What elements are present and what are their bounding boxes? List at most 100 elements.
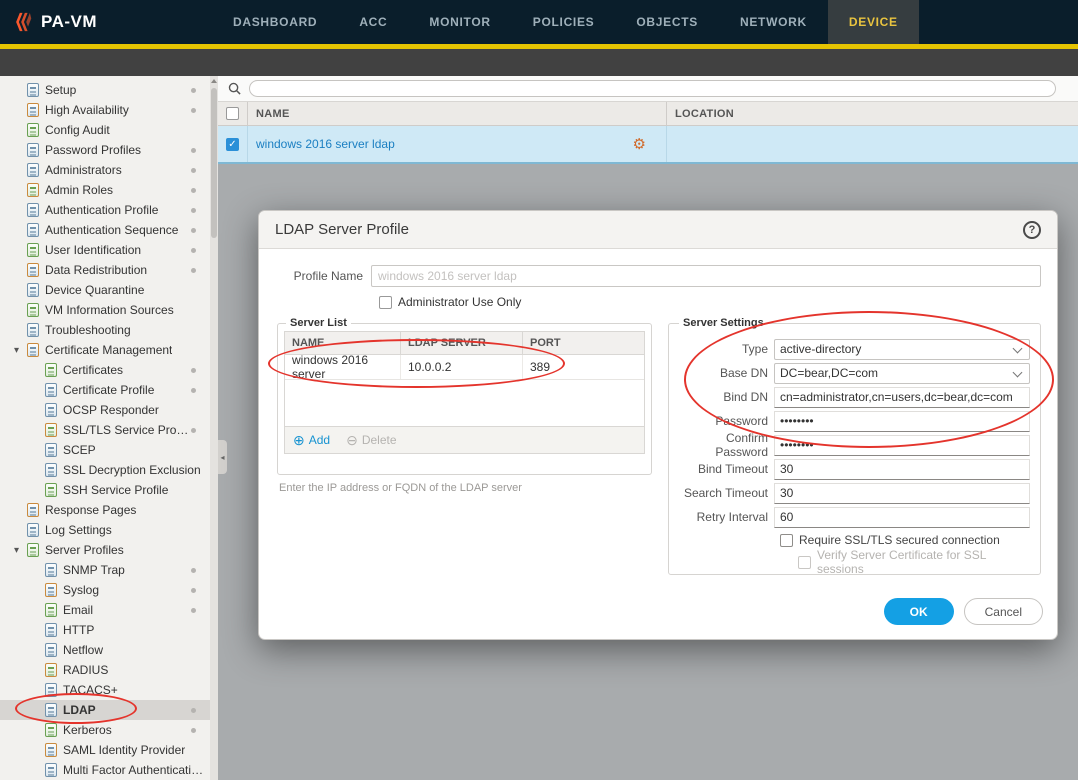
profile-name-input[interactable]	[371, 265, 1041, 287]
row-name-cell: windows 2016 server ldap ⚙	[248, 126, 667, 162]
sidebar-item[interactable]: ▾ Log Settings	[0, 520, 210, 540]
row-checkbox[interactable]: ✓	[226, 137, 239, 151]
select-all-checkbox[interactable]	[226, 107, 239, 120]
sidebar-collapse-handle[interactable]: ◂	[218, 440, 227, 474]
sidebar-item[interactable]: ▾ LDAP	[0, 700, 210, 720]
sidebar-item[interactable]: ▾ SAML Identity Provider	[0, 740, 210, 760]
data-redistribution-icon	[27, 263, 39, 277]
sidebar-item[interactable]: ▾ Certificate Profile	[0, 380, 210, 400]
settings-field-input[interactable]: cn=administrator,cn=users,dc=bear,dc=com	[774, 386, 1030, 408]
server-address-cell[interactable]: 10.0.0.2	[401, 355, 523, 379]
sidebar-item[interactable]: ▾ HTTP	[0, 620, 210, 640]
nav-tab[interactable]: OBJECTS	[615, 0, 719, 44]
sidebar-item-label: HTTP	[63, 623, 95, 637]
sidebar-item[interactable]: ▾ Kerberos	[0, 720, 210, 740]
sidebar-item[interactable]: ▾ Password Profiles	[0, 140, 210, 160]
search-input[interactable]	[249, 80, 1056, 97]
sidebar-item[interactable]: ▾ OCSP Responder	[0, 400, 210, 420]
sidebar-scrollbar[interactable]	[210, 76, 218, 780]
sidebar-item[interactable]: ▾ SSL Decryption Exclusion	[0, 460, 210, 480]
scroll-up-arrow-icon[interactable]	[211, 79, 217, 83]
column-header-name[interactable]: NAME	[248, 102, 667, 125]
sidebar-item[interactable]: ▾ Authentication Sequence	[0, 220, 210, 240]
sidebar-item-label: SAML Identity Provider	[63, 743, 186, 757]
sidebar-item[interactable]: ▾ Response Pages	[0, 500, 210, 520]
scrollbar-thumb[interactable]	[211, 88, 217, 238]
help-icon[interactable]: ?	[1023, 220, 1041, 239]
sidebar-item[interactable]: ▾ Authentication Profile	[0, 200, 210, 220]
sidebar-item[interactable]: ▾ SNMP Trap	[0, 560, 210, 580]
settings-checkbox-label: Verify Server Certificate for SSL sessio…	[817, 548, 986, 576]
sidebar-item[interactable]: ▾ Multi Factor Authentication	[0, 760, 210, 780]
sidebar-item[interactable]: ▾ Email	[0, 600, 210, 620]
nav-tab[interactable]: DASHBOARD	[212, 0, 338, 44]
sidebar-item[interactable]: ▾ Administrators	[0, 160, 210, 180]
column-header-location[interactable]: LOCATION	[667, 102, 1078, 125]
server-name-cell[interactable]: windows 2016 server	[285, 353, 401, 381]
device-quarantine-icon	[27, 283, 39, 297]
row-settings-gear-icon[interactable]: ⚙	[633, 137, 646, 152]
sidebar-item[interactable]: ▾ User Identification	[0, 240, 210, 260]
sidebar-item[interactable]: ▾ RADIUS	[0, 660, 210, 680]
sidebar-item[interactable]: ▾ SSL/TLS Service Profile	[0, 420, 210, 440]
settings-field-input[interactable]: ••••••••	[774, 434, 1030, 456]
sidebar-item[interactable]: ▾ Setup	[0, 80, 210, 100]
sidebar-item-label: Authentication Profile	[45, 203, 159, 217]
sidebar-item-label: Log Settings	[45, 523, 112, 537]
sidebar-item[interactable]: ▾ Troubleshooting	[0, 320, 210, 340]
cancel-button[interactable]: Cancel	[963, 598, 1043, 625]
sidebar-item[interactable]: ▾ Device Quarantine	[0, 280, 210, 300]
settings-field-input[interactable]: active-directory	[774, 338, 1030, 360]
server-list-row[interactable]: windows 2016 server 10.0.0.2 389	[285, 353, 644, 381]
admin-only-checkbox[interactable]	[379, 295, 392, 309]
checkbox-icon[interactable]	[798, 555, 811, 569]
sidebar-item[interactable]: ▾ Server Profiles	[0, 540, 210, 560]
checkbox-icon[interactable]	[780, 533, 793, 547]
sidebar-item[interactable]: ▾ SCEP	[0, 440, 210, 460]
settings-field-input[interactable]: DC=bear,DC=com	[774, 362, 1030, 384]
nav-tab[interactable]: POLICIES	[512, 0, 616, 44]
sidebar-item-label: OCSP Responder	[63, 403, 159, 417]
server-list-hint: Enter the IP address or FQDN of the LDAP…	[279, 482, 522, 494]
server-port-cell[interactable]: 389	[523, 355, 644, 379]
sidebar-item[interactable]: ▾ SSH Service Profile	[0, 480, 210, 500]
col-ldap-server[interactable]: LDAP SERVER	[401, 332, 523, 354]
settings-field-input[interactable]: 30	[774, 458, 1030, 480]
add-server-button[interactable]: ⊕ Add	[293, 433, 330, 447]
sidebar-item[interactable]: ▾ Data Redistribution	[0, 260, 210, 280]
sidebar-item[interactable]: ▾ Certificate Management	[0, 340, 210, 360]
chevron-down-icon[interactable]: ▾	[14, 345, 27, 356]
profile-name-link[interactable]: windows 2016 server ldap	[256, 137, 395, 151]
nav-tab[interactable]: MONITOR	[408, 0, 511, 44]
settings-field-row: Base DN DC=bear,DC=com	[677, 361, 1032, 385]
col-name[interactable]: NAME	[285, 332, 401, 354]
sidebar-item[interactable]: ▾ VM Information Sources	[0, 300, 210, 320]
pa-logo-icon	[16, 12, 32, 32]
nav-tab[interactable]: NETWORK	[719, 0, 828, 44]
sidebar-item[interactable]: ▾ High Availability	[0, 100, 210, 120]
sidebar-item[interactable]: ▾ Netflow	[0, 640, 210, 660]
ok-button[interactable]: OK	[883, 598, 954, 625]
settings-checkbox-row[interactable]: Verify Server Certificate for SSL sessio…	[798, 548, 1032, 576]
sidebar-item[interactable]: ▾ Certificates	[0, 360, 210, 380]
settings-field-input[interactable]: 60	[774, 506, 1030, 528]
sidebar-item[interactable]: ▾ Syslog	[0, 580, 210, 600]
settings-field-input[interactable]: 30	[774, 482, 1030, 504]
settings-field-row: Search Timeout 30	[677, 481, 1032, 505]
nav-tab[interactable]: DEVICE	[827, 0, 919, 44]
delete-server-button[interactable]: ⊖ Delete	[346, 433, 396, 447]
col-port[interactable]: PORT	[523, 332, 644, 354]
sidebar-item[interactable]: ▾ Config Audit	[0, 120, 210, 140]
sidebar-item[interactable]: ▾ TACACS+	[0, 680, 210, 700]
shared-dot-icon	[191, 167, 196, 173]
settings-field-label: Bind Timeout	[697, 462, 768, 476]
ssl-tls-service-profile-icon	[45, 423, 57, 437]
server-profiles-icon	[27, 543, 39, 557]
settings-field-input[interactable]: ••••••••	[774, 410, 1030, 432]
sidebar-item[interactable]: ▾ Admin Roles	[0, 180, 210, 200]
settings-field-row: Password ••••••••	[677, 409, 1032, 433]
nav-tab[interactable]: ACC	[338, 0, 408, 44]
dialog-title: LDAP Server Profile	[275, 221, 409, 238]
chevron-down-icon[interactable]: ▾	[14, 545, 27, 556]
table-row[interactable]: ✓ windows 2016 server ldap ⚙	[218, 126, 1078, 164]
